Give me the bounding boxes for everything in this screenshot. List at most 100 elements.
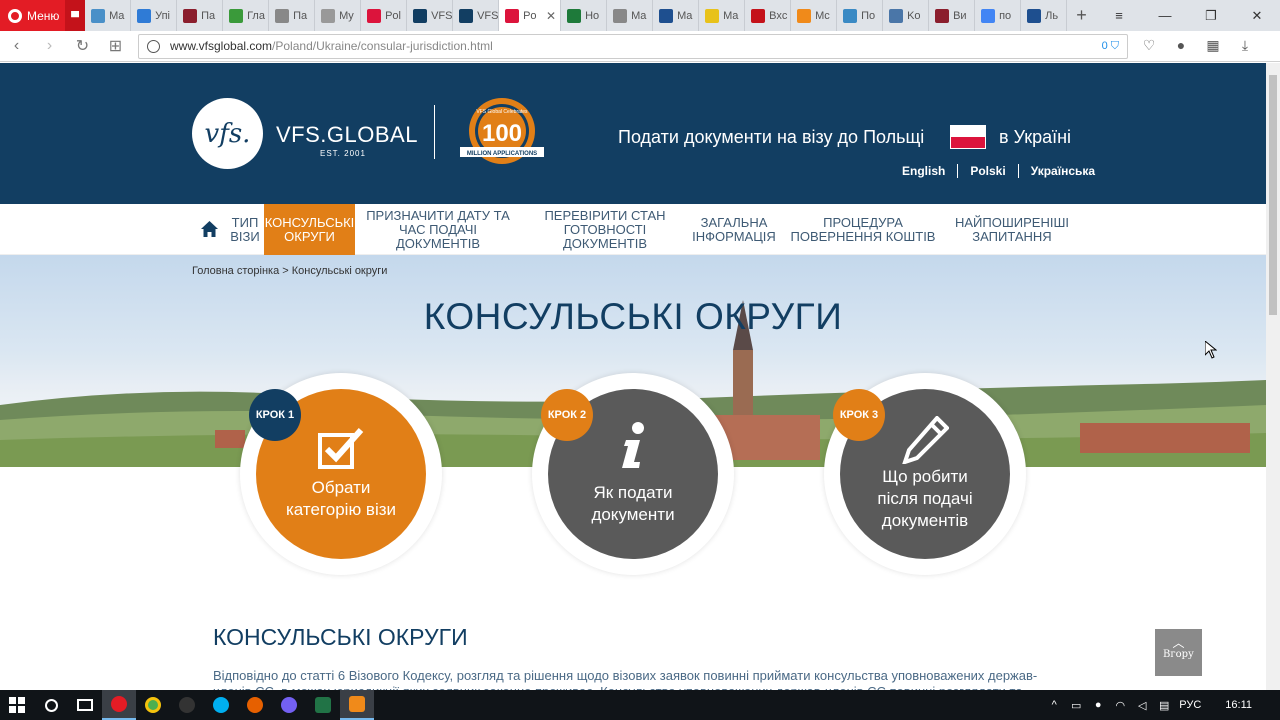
tray-battery-icon[interactable]: ▭	[1069, 699, 1083, 712]
nav-book-appointment[interactable]: ПРИЗНАЧИТИ ДАТУ ТА ЧАС ПОДАЧІ ДОКУМЕНТІВ	[358, 204, 518, 255]
tab-label: Ma	[631, 9, 647, 22]
adblock-badge[interactable]: 0 ⛉	[1102, 40, 1119, 53]
download-icon[interactable]: ⤓	[1236, 37, 1254, 55]
tab-label: Па	[293, 9, 308, 22]
browser-tab[interactable]: Ви	[929, 0, 976, 31]
browser-tab[interactable]: Pol	[361, 0, 408, 31]
lang-polish-link[interactable]: Polski	[958, 164, 1019, 178]
tab-favicon-icon	[275, 8, 290, 23]
close-button[interactable]: ✕	[1234, 0, 1280, 31]
tab-favicon-icon	[797, 8, 812, 23]
language-switcher: English Polski Українська	[902, 164, 1107, 178]
browser-tab[interactable]: Ль	[1021, 0, 1068, 31]
back-button[interactable]: ‹	[0, 37, 33, 55]
browser-tab[interactable]: Ko	[883, 0, 930, 31]
nav-general-info[interactable]: ЗАГАЛЬНА ІНФОРМАЦІЯ	[692, 204, 776, 255]
browser-tab[interactable]: VFS	[453, 0, 500, 31]
nav-track-application[interactable]: ПЕРЕВІРИТИ СТАН ГОТОВНОСТІ ДОКУМЕНТІВ	[522, 204, 688, 255]
browser-tab[interactable]: Па	[269, 0, 316, 31]
minimize-button[interactable]: —	[1142, 0, 1188, 31]
browser-tab[interactable]: Гла	[223, 0, 270, 31]
browser-tab[interactable]: по	[975, 0, 1022, 31]
back-to-top-button[interactable]: ︿ Вгору	[1155, 629, 1202, 676]
tab-favicon-icon	[91, 8, 106, 23]
taskbar-skype-icon[interactable]	[204, 690, 238, 720]
taskbar-app-icon[interactable]	[170, 690, 204, 720]
step-1-text: Обрати категорію візи	[285, 478, 397, 519]
opera-menu-button[interactable]: Меню	[0, 0, 86, 31]
scrollbar-thumb[interactable]	[1269, 75, 1277, 315]
extension-icon[interactable]: ▦	[1204, 37, 1222, 55]
header-divider	[434, 105, 435, 159]
url-field[interactable]: www.vfsglobal.com/Poland/Ukraine/consula…	[138, 33, 1128, 59]
vpn-icon[interactable]: ●	[1172, 37, 1190, 55]
nav-faq[interactable]: НАЙПОШИРЕНІШІ ЗАПИТАННЯ	[952, 204, 1072, 255]
tray-language[interactable]: РУС	[1179, 699, 1201, 711]
start-button[interactable]	[0, 690, 34, 720]
browser-tab[interactable]: Mc	[791, 0, 838, 31]
tab-label: VFS	[477, 9, 499, 22]
system-tray: ^ ▭ ● ◠ ◁ ▤ РУС 16:11	[1047, 699, 1280, 712]
browser-tab[interactable]: Ma	[653, 0, 700, 31]
tray-clock[interactable]: 16:11	[1225, 699, 1252, 711]
page-scrollbar[interactable]	[1266, 63, 1280, 690]
browser-tab[interactable]: По	[837, 0, 884, 31]
tab-favicon-icon	[459, 8, 474, 23]
browser-tab[interactable]: Упі	[131, 0, 178, 31]
task-view-icon[interactable]	[68, 690, 102, 720]
taskbar-firefox-icon[interactable]	[238, 690, 272, 720]
taskbar-chrome-icon[interactable]	[136, 690, 170, 720]
tab-label: Ma	[723, 9, 739, 22]
tab-favicon-icon	[981, 8, 996, 23]
tray-notification-icon[interactable]: ▤	[1157, 699, 1171, 712]
tab-favicon-icon	[413, 8, 428, 23]
bookmark-heart-icon[interactable]: ♡	[1140, 37, 1158, 55]
vfs-logo[interactable]: vfs.	[192, 98, 263, 169]
site-header: vfs. VFS.GLOBAL EST. 2001 VFS Global Cel…	[0, 63, 1266, 204]
new-tab-button[interactable]: +	[1067, 5, 1096, 26]
tray-expand-icon[interactable]: ^	[1047, 699, 1061, 711]
tray-wifi-icon[interactable]: ◠	[1113, 699, 1127, 712]
home-icon[interactable]	[201, 221, 218, 237]
speed-dial-icon[interactable]: ⊞	[99, 36, 132, 56]
nav-refund-procedure[interactable]: ПРОЦЕДУРА ПОВЕРНЕННЯ КОШТІВ	[778, 204, 948, 255]
browser-tab[interactable]: Ma	[85, 0, 132, 31]
nav-consular-districts[interactable]: КОНСУЛЬСЬКІ ОКРУГИ	[264, 204, 355, 255]
tab-label: Ho	[585, 9, 600, 22]
lang-ukrainian-link[interactable]: Українська	[1019, 164, 1107, 178]
nav-visa-type[interactable]: ТИП ВІЗИ	[228, 204, 262, 255]
taskbar-excel-icon[interactable]	[306, 690, 340, 720]
reload-button[interactable]: ↻	[66, 36, 99, 56]
browser-tab[interactable]: Па	[177, 0, 224, 31]
browser-tab[interactable]: Po ✕	[499, 0, 562, 31]
browser-tab[interactable]: Ma	[607, 0, 654, 31]
browser-tab[interactable]: My	[315, 0, 362, 31]
lang-english-link[interactable]: English	[902, 164, 959, 178]
tab-favicon-icon	[659, 8, 674, 23]
tab-close-icon[interactable]: ✕	[546, 9, 556, 23]
step-3-card[interactable]: Що робити після подачі документів КРОК 3	[824, 373, 1026, 575]
search-icon[interactable]	[34, 690, 68, 720]
tray-app-icon[interactable]: ●	[1091, 699, 1105, 711]
taskbar-paint-icon[interactable]	[340, 690, 374, 720]
browser-tab[interactable]: VFS	[407, 0, 454, 31]
opera-flow-icon[interactable]	[65, 0, 86, 31]
step-1-card[interactable]: Обрати категорію візи КРОК 1	[240, 373, 442, 575]
mouse-cursor-icon	[1205, 341, 1217, 359]
browser-tab[interactable]: Ho	[561, 0, 608, 31]
browser-tab[interactable]: Ma	[699, 0, 746, 31]
breadcrumb-home-link[interactable]: Головна сторінка	[192, 265, 279, 277]
maximize-button[interactable]: ❐	[1188, 0, 1234, 31]
step-1-badge: КРОК 1	[249, 389, 301, 441]
tab-label: Ko	[907, 9, 921, 22]
tab-label: VFS	[431, 9, 453, 22]
browser-tab[interactable]: Bxc	[745, 0, 792, 31]
forward-button[interactable]: ›	[33, 37, 66, 55]
tab-menu-icon[interactable]: ≡	[1096, 0, 1142, 31]
taskbar-opera-icon[interactable]	[102, 690, 136, 720]
tray-volume-icon[interactable]: ◁	[1135, 699, 1149, 712]
taskbar-viber-icon[interactable]	[272, 690, 306, 720]
step-2-card[interactable]: Як подати документи КРОК 2	[532, 373, 734, 575]
tab-label: Ль	[1045, 9, 1059, 22]
vfs-wordmark: VFS.GLOBAL	[276, 122, 418, 147]
